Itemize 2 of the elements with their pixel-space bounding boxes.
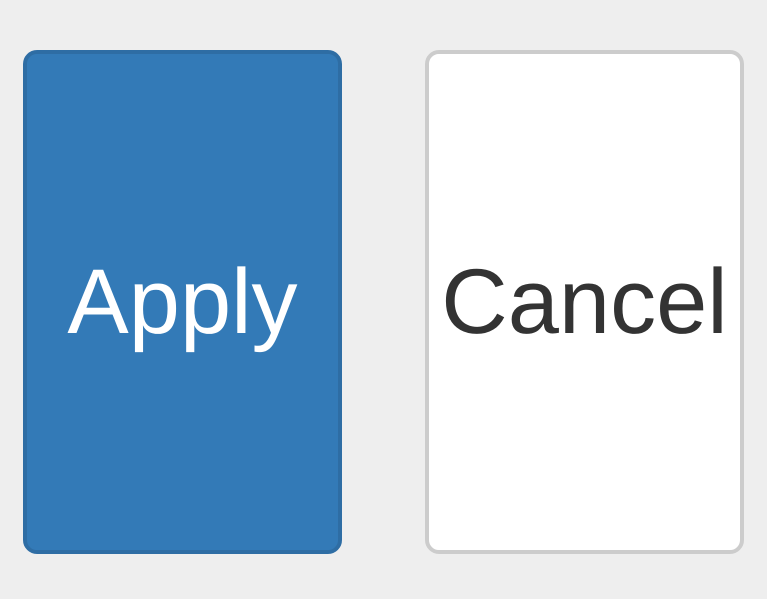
cancel-button[interactable]: Cancel — [425, 50, 744, 554]
apply-button[interactable]: Apply — [23, 50, 342, 554]
